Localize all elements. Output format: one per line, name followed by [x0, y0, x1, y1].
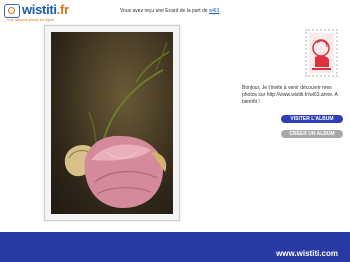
stamp-artwork: [309, 33, 334, 73]
camera-icon: [4, 4, 20, 18]
logo-tagline: Vos albums photo en ligne: [7, 17, 54, 22]
visit-album-button[interactable]: VISITER L'ALBUM: [281, 115, 343, 123]
postage-stamp: [305, 29, 338, 77]
wistiti-logo[interactable]: wistiti.fr Vos albums photo en ligne: [4, 2, 70, 22]
ecard-message: Bonjour, Je t'invite à venir découvrir m…: [242, 85, 338, 105]
ecard-photo: [51, 32, 173, 214]
rose-image: [64, 41, 170, 208]
footer-url-link[interactable]: www.wistiti.com: [276, 249, 338, 258]
footer-bar: www.wistiti.com: [0, 232, 350, 262]
ecard-notice: Vous avez reçu une Ecard de la part de w…: [120, 8, 219, 14]
ecard-frame: [44, 25, 180, 221]
logo-wordmark: wistiti.fr: [22, 2, 69, 17]
sender-link[interactable]: wi63: [209, 8, 219, 14]
notice-text: Vous avez reçu une Ecard de la part de: [120, 8, 208, 14]
create-album-button[interactable]: CRÉER UN ALBUM: [281, 130, 343, 138]
